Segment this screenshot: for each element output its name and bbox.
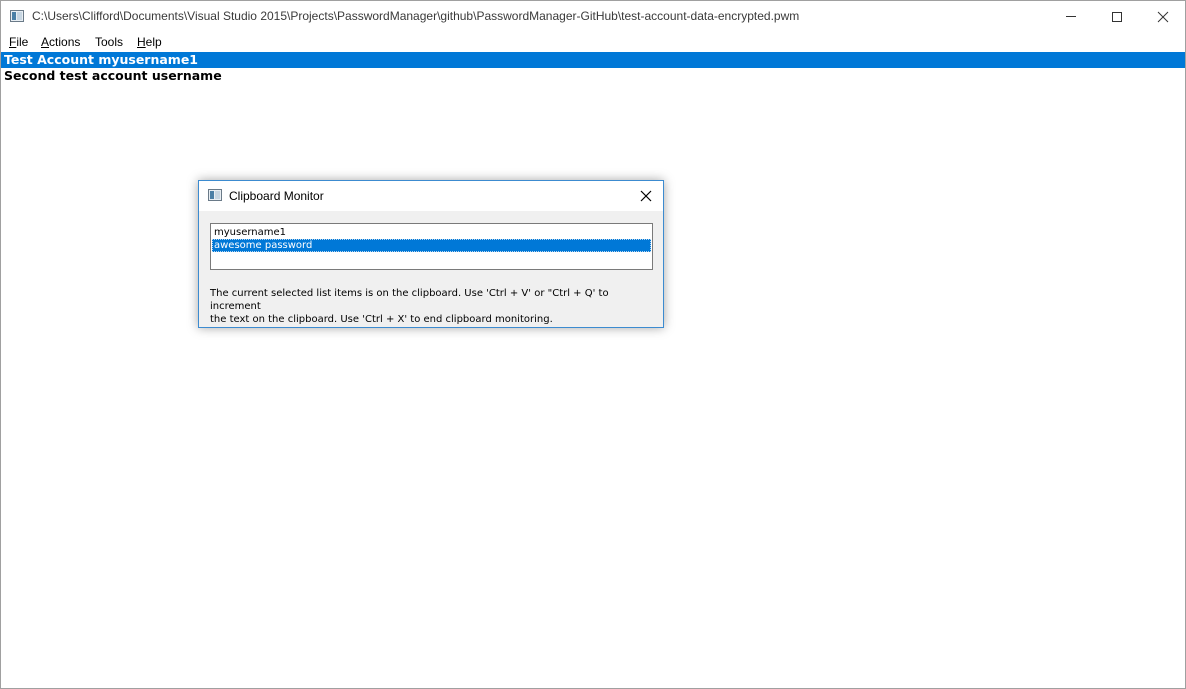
maximize-icon bbox=[1112, 11, 1122, 22]
menu-bar: File Actions Tools Help bbox=[1, 32, 1185, 52]
clipboard-instructions: The current selected list items is on th… bbox=[210, 287, 650, 326]
title-bar[interactable]: C:\Users\Clifford\Documents\Visual Studi… bbox=[1, 1, 1185, 32]
instructions-line-2: the text on the clipboard. Use 'Ctrl + X… bbox=[210, 314, 553, 325]
close-button[interactable] bbox=[1140, 1, 1186, 32]
window-title: C:\Users\Clifford\Documents\Visual Studi… bbox=[32, 9, 800, 23]
main-window: C:\Users\Clifford\Documents\Visual Studi… bbox=[0, 0, 1186, 689]
clipboard-items-list[interactable]: myusername1 awesome password bbox=[210, 223, 653, 270]
clipboard-list-item[interactable]: awesome password bbox=[212, 239, 651, 252]
close-icon bbox=[1157, 11, 1169, 22]
menu-actions[interactable]: Actions bbox=[41, 35, 80, 49]
menu-actions-mnemonic: A bbox=[41, 35, 50, 49]
close-icon bbox=[640, 190, 652, 202]
dialog-window-icon bbox=[208, 189, 222, 201]
minimize-button[interactable] bbox=[1048, 1, 1094, 32]
dialog-close-button[interactable] bbox=[631, 183, 661, 209]
account-list-item[interactable]: Test Account myusername1 bbox=[1, 52, 1185, 68]
account-list[interactable]: Test Account myusername1 Second test acc… bbox=[1, 52, 1185, 688]
account-list-item[interactable]: Second test account username bbox=[1, 68, 1185, 84]
minimize-icon bbox=[1066, 16, 1076, 17]
clipboard-list-item[interactable]: myusername1 bbox=[212, 226, 651, 239]
clipboard-monitor-dialog: Clipboard Monitor myusername1 awesome pa… bbox=[198, 180, 664, 328]
menu-tools[interactable]: Tools bbox=[95, 35, 123, 49]
menu-file[interactable]: File bbox=[9, 35, 28, 49]
dialog-title: Clipboard Monitor bbox=[229, 189, 324, 203]
dialog-title-bar[interactable]: Clipboard Monitor bbox=[199, 181, 663, 211]
instructions-line-1: The current selected list items is on th… bbox=[210, 288, 609, 312]
menu-help-label: elp bbox=[145, 35, 162, 49]
app-window-icon bbox=[10, 10, 24, 22]
menu-help-mnemonic: H bbox=[137, 35, 146, 49]
maximize-button[interactable] bbox=[1094, 1, 1140, 32]
menu-tools-label: Tools bbox=[95, 35, 124, 49]
menu-help[interactable]: Help bbox=[137, 35, 162, 49]
menu-actions-label: ctions bbox=[49, 35, 81, 49]
menu-file-label: ile bbox=[16, 35, 29, 49]
